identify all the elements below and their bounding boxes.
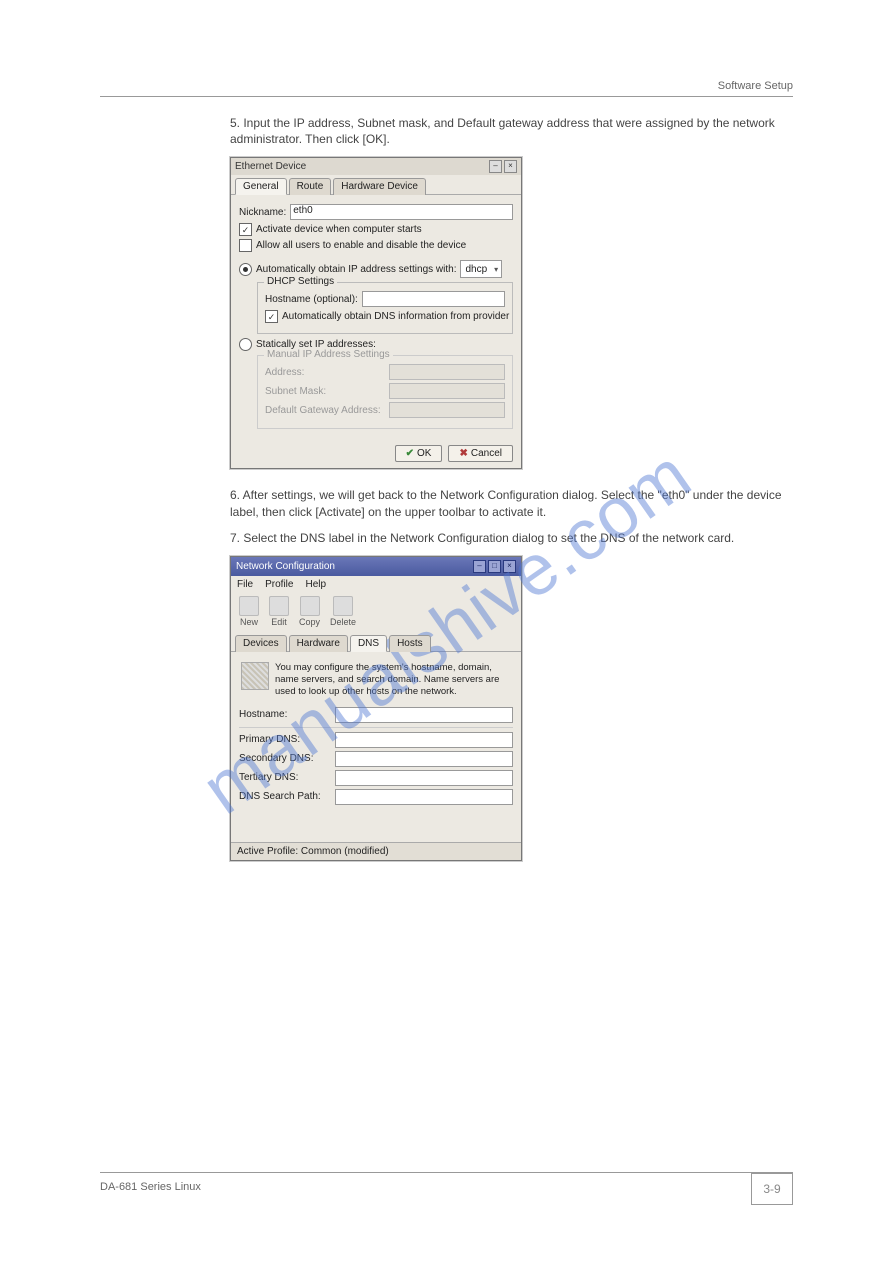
toolbar-new[interactable]: New: [239, 596, 259, 627]
tb-delete-label: Delete: [330, 617, 356, 627]
header-rule: [100, 96, 793, 97]
activate-checkbox[interactable]: [239, 223, 252, 236]
tb-new-label: New: [240, 617, 258, 627]
edit-icon: [269, 596, 289, 616]
allusers-checkbox[interactable]: [239, 239, 252, 252]
copy-icon: [300, 596, 320, 616]
close-icon[interactable]: ×: [504, 160, 517, 173]
menu-profile[interactable]: Profile: [265, 579, 293, 590]
manual-group-title: Manual IP Address Settings: [264, 349, 393, 360]
dialog2-titlebar: Network Configuration – □ ×: [231, 557, 521, 576]
primary-dns-label: Primary DNS:: [239, 734, 331, 745]
info-icon: [241, 662, 269, 690]
page-number: 3-9: [751, 1173, 793, 1205]
gateway-label: Default Gateway Address:: [265, 405, 385, 416]
hostname-input[interactable]: [335, 707, 513, 723]
tertiary-dns-input[interactable]: [335, 770, 513, 786]
tab-hosts[interactable]: Hosts: [389, 635, 431, 652]
autodns-label: Automatically obtain DNS information fro…: [282, 311, 509, 322]
tb-edit-label: Edit: [271, 617, 287, 627]
x-icon: ✖: [459, 448, 467, 459]
activate-label: Activate device when computer starts: [256, 224, 422, 235]
ok-label: OK: [417, 448, 431, 459]
dhcp-dropdown[interactable]: dhcp: [460, 260, 502, 278]
tab-hardware[interactable]: Hardware: [289, 635, 348, 652]
check-icon: ✔: [406, 448, 414, 459]
auto-ip-radio[interactable]: [239, 263, 252, 276]
footer-rule: [100, 1172, 793, 1173]
subnet-input: [389, 383, 505, 399]
address-input: [389, 364, 505, 380]
tb-copy-label: Copy: [299, 617, 320, 627]
secondary-dns-label: Secondary DNS:: [239, 753, 331, 764]
tab-route[interactable]: Route: [289, 178, 332, 195]
intro-text: 5. Input the IP address, Subnet mask, an…: [230, 115, 793, 147]
dhcp-group-title: DHCP Settings: [264, 276, 337, 287]
hostname-label: Hostname:: [239, 709, 331, 720]
nickname-label: Nickname:: [239, 207, 286, 218]
gateway-input: [389, 402, 505, 418]
toolbar-delete[interactable]: Delete: [330, 596, 356, 627]
dialog1-title: Ethernet Device: [235, 161, 306, 172]
network-config-dialog: Network Configuration – □ × File Profile…: [230, 556, 522, 861]
menu-file[interactable]: File: [237, 579, 253, 590]
mid-text-2: 7. Select the DNS label in the Network C…: [230, 530, 793, 546]
hostname-opt-input[interactable]: [362, 291, 505, 307]
menu-help[interactable]: Help: [305, 579, 326, 590]
static-ip-radio[interactable]: [239, 338, 252, 351]
close-icon[interactable]: ×: [503, 560, 516, 573]
primary-dns-input[interactable]: [335, 732, 513, 748]
toolbar-copy[interactable]: Copy: [299, 596, 320, 627]
minimize-icon[interactable]: –: [473, 560, 486, 573]
autodns-checkbox[interactable]: [265, 310, 278, 323]
cancel-button[interactable]: ✖ Cancel: [448, 445, 513, 462]
header-right: Software Setup: [100, 80, 793, 92]
new-icon: [239, 596, 259, 616]
tertiary-dns-label: Tertiary DNS:: [239, 772, 331, 783]
dns-info-text: You may configure the system's hostname,…: [275, 662, 511, 698]
ok-button[interactable]: ✔ OK: [395, 445, 443, 462]
statusbar: Active Profile: Common (modified): [231, 842, 521, 860]
tab-dns[interactable]: DNS: [350, 635, 387, 652]
search-path-label: DNS Search Path:: [239, 791, 331, 802]
nickname-input[interactable]: eth0: [290, 204, 513, 220]
mid-text-1: 6. After settings, we will get back to t…: [230, 487, 793, 519]
dialog2-title: Network Configuration: [236, 561, 335, 572]
tab-general[interactable]: General: [235, 178, 287, 195]
tab-hardware-device[interactable]: Hardware Device: [333, 178, 426, 195]
secondary-dns-input[interactable]: [335, 751, 513, 767]
address-label: Address:: [265, 367, 385, 378]
maximize-icon[interactable]: □: [488, 560, 501, 573]
search-path-input[interactable]: [335, 789, 513, 805]
ethernet-device-dialog: Ethernet Device – × General Route Hardwa…: [230, 157, 522, 469]
dialog1-titlebar: Ethernet Device – ×: [231, 158, 521, 175]
minimize-icon[interactable]: –: [489, 160, 502, 173]
tab-devices[interactable]: Devices: [235, 635, 287, 652]
allusers-label: Allow all users to enable and disable th…: [256, 240, 466, 251]
toolbar-edit[interactable]: Edit: [269, 596, 289, 627]
delete-icon: [333, 596, 353, 616]
auto-ip-label: Automatically obtain IP address settings…: [256, 264, 456, 275]
cancel-label: Cancel: [471, 448, 502, 459]
hostname-opt-label: Hostname (optional):: [265, 294, 358, 305]
footer-text: DA-681 Series Linux: [100, 1181, 201, 1193]
subnet-label: Subnet Mask:: [265, 386, 385, 397]
